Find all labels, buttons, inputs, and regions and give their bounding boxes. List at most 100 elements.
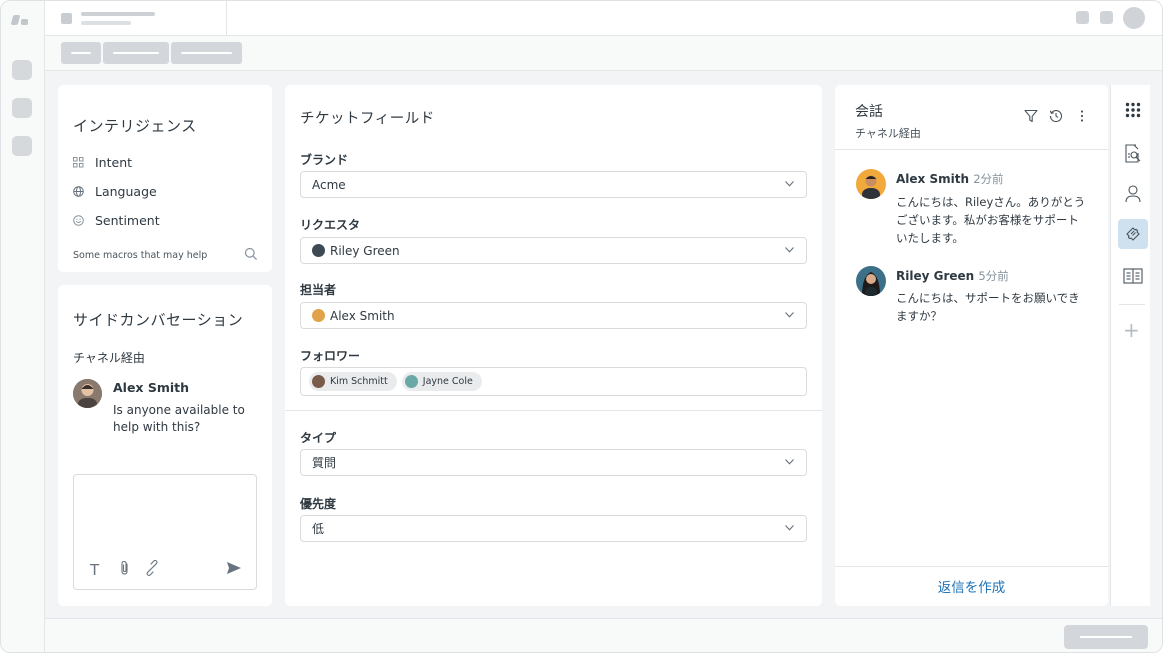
apps-grid-icon[interactable] <box>1118 95 1148 125</box>
header-divider <box>835 149 1108 150</box>
knowledge-search-icon[interactable] <box>1118 139 1148 169</box>
user-avatar[interactable] <box>1123 7 1145 29</box>
section-divider <box>285 410 822 411</box>
nav-placeholder-1[interactable] <box>12 60 32 80</box>
footer-divider <box>835 566 1108 567</box>
follower-tag[interactable]: Kim Schmitt <box>309 372 397 391</box>
brand-value: Acme <box>312 177 346 192</box>
toolbar-placeholder-3[interactable] <box>171 42 242 64</box>
logo-icon <box>10 13 32 25</box>
assignee-select[interactable]: Alex Smith <box>300 302 807 329</box>
chevron-down-icon <box>785 459 794 465</box>
ticket-tab-placeholder[interactable] <box>45 1 227 36</box>
history-icon[interactable] <box>1049 109 1063 123</box>
top-header <box>45 1 1162 36</box>
riley-green-avatar <box>856 266 886 296</box>
ticket-fields-panel: チケットフィールド ブランド Acme リクエスタ Riley Green 担当… <box>285 85 822 606</box>
message-1-author: Alex Smith <box>896 172 969 186</box>
requester-select[interactable]: Riley Green <box>300 237 807 264</box>
type-label: タイプ <box>300 431 337 445</box>
search-icon[interactable] <box>244 247 258 261</box>
link-icon[interactable] <box>144 560 160 576</box>
alex-smith-avatar <box>73 379 102 408</box>
alex-smith-avatar <box>856 169 886 199</box>
add-icon[interactable]: + <box>1123 320 1140 340</box>
alex-smith-avatar <box>312 309 325 322</box>
follower-tag[interactable]: Jayne Cole <box>401 372 482 391</box>
chevron-down-icon <box>785 312 794 318</box>
kim-schmitt-avatar <box>312 375 325 388</box>
jayne-cole-avatar <box>404 375 418 388</box>
side-message-author: Alex Smith <box>113 380 190 395</box>
chevron-down-icon <box>785 525 794 531</box>
conversation-title: 会話 <box>855 104 883 120</box>
header-placeholder-2[interactable] <box>1100 11 1113 24</box>
intent-label: Intent <box>95 155 133 170</box>
message-2-author: Riley Green <box>896 269 975 283</box>
knowledge-book-icon[interactable] <box>1118 261 1148 291</box>
submit-button-placeholder[interactable] <box>1064 625 1148 649</box>
header-placeholder-1[interactable] <box>1076 11 1089 24</box>
requester-value: Riley Green <box>330 243 400 258</box>
message-2-time: 5分前 <box>978 269 1009 283</box>
side-conversation-panel: サイドカンバセーション チャネル経由 Alex Smith Is anyone … <box>58 285 272 606</box>
brand-label: ブランド <box>300 153 349 167</box>
grid-icon <box>73 157 84 168</box>
side-conversation-title: サイドカンバセーション <box>73 311 244 329</box>
user-icon[interactable] <box>1118 179 1148 209</box>
filter-icon[interactable] <box>1024 109 1038 123</box>
follower-name: Jayne Cole <box>422 376 473 387</box>
ticket-icon[interactable] <box>1118 219 1148 249</box>
app-rail: + <box>1110 85 1150 606</box>
app-frame: インテリジェンス Intent Language Sentiment Some … <box>0 0 1163 653</box>
side-conversation-channel: チャネル経由 <box>73 351 145 365</box>
requester-label: リクエスタ <box>300 218 361 232</box>
intent-item[interactable]: Intent <box>73 155 132 170</box>
assignee-label: 担当者 <box>300 283 337 297</box>
conversation-panel: 会話 チャネル経由 Alex Smith 2分前 こんにちは、Rileyさん。あ… <box>835 85 1108 606</box>
message-1-header: Alex Smith 2分前 <box>896 171 1004 187</box>
priority-value: 低 <box>312 522 325 536</box>
more-options-icon[interactable] <box>1075 109 1089 123</box>
globe-icon <box>73 186 84 197</box>
sentiment-label: Sentiment <box>95 213 160 228</box>
message-1-time: 2分前 <box>973 172 1004 186</box>
text-format-icon[interactable]: T <box>90 561 99 579</box>
nav-placeholder-3[interactable] <box>12 136 32 156</box>
intelligence-title: インテリジェンス <box>73 117 197 135</box>
toolbar-placeholder-2[interactable] <box>103 42 169 64</box>
chevron-down-icon <box>785 247 794 253</box>
product-rail <box>1 1 45 652</box>
assignee-value: Alex Smith <box>330 308 395 323</box>
side-message-text: Is anyone available to help with this? <box>113 403 245 434</box>
conversation-channel: チャネル経由 <box>855 127 921 140</box>
sentiment-item[interactable]: Sentiment <box>73 213 160 228</box>
macros-hint: Some macros that may help <box>73 250 208 261</box>
send-icon[interactable] <box>226 561 242 575</box>
brand-select[interactable]: Acme <box>300 171 807 198</box>
rail-divider <box>1119 304 1145 305</box>
language-label: Language <box>95 184 157 199</box>
follower-name: Kim Schmitt <box>330 376 388 387</box>
followers-field[interactable]: Kim Schmitt Jayne Cole <box>300 367 807 396</box>
message-2-text: こんにちは、サポートをお願いできますか？ <box>896 291 1080 323</box>
followers-label: フォロワー <box>300 349 361 363</box>
type-select[interactable]: 質問 <box>300 449 807 476</box>
language-item[interactable]: Language <box>73 184 157 199</box>
intelligence-panel: インテリジェンス Intent Language Sentiment Some … <box>58 85 272 272</box>
side-message-composer[interactable]: T <box>73 474 257 590</box>
type-value: 質問 <box>312 456 337 470</box>
priority-select[interactable]: 低 <box>300 515 807 542</box>
message-2-header: Riley Green 5分前 <box>896 268 1009 284</box>
attachment-icon[interactable] <box>118 560 132 576</box>
sub-toolbar <box>45 36 1162 71</box>
bottom-bar <box>45 618 1162 652</box>
message-1-text: こんにちは、Rileyさん。ありがとうございます。私がお客様をサポートいたします… <box>896 195 1086 245</box>
toolbar-placeholder-1[interactable] <box>61 42 101 64</box>
ticket-fields-title: チケットフィールド <box>300 111 435 127</box>
riley-green-avatar <box>312 244 325 257</box>
compose-reply-button[interactable]: 返信を作成 <box>835 576 1108 596</box>
priority-label: 優先度 <box>300 497 337 511</box>
nav-placeholder-2[interactable] <box>12 98 32 118</box>
smiley-icon <box>73 215 84 226</box>
